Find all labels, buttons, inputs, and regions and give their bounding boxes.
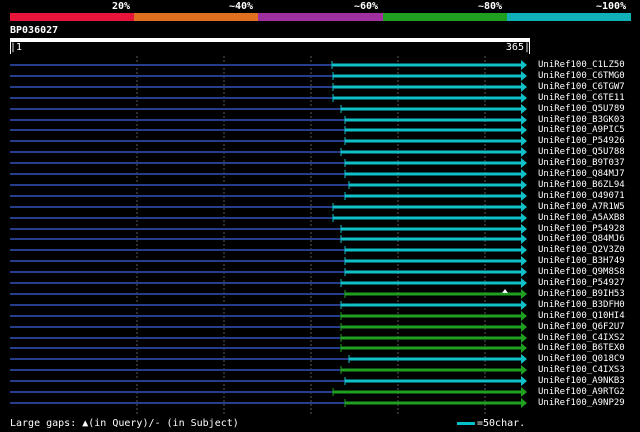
hit-label[interactable]: UniRef100_B6TEX0 [538, 343, 625, 353]
hit-arrow-icon [521, 267, 527, 277]
scale-legend: =50char. [457, 418, 525, 429]
hit-arrow-icon [521, 322, 527, 332]
hit-label[interactable]: UniRef100_A9RTG2 [538, 387, 625, 397]
hit-arrow-icon [521, 333, 527, 343]
hit-label[interactable]: UniRef100_Q018C9 [538, 354, 625, 364]
hit-arrow-icon [521, 82, 527, 92]
hit-arrow-icon [521, 365, 527, 375]
gap-legend: Large gaps: ▲(in Query)/- (in Subject) [10, 418, 239, 429]
hit-label[interactable]: UniRef100_B9IH53 [538, 289, 625, 299]
hit-label[interactable]: UniRef100_P54927 [538, 278, 625, 288]
hit-label[interactable]: UniRef100_B9T037 [538, 158, 625, 168]
hit-label[interactable]: UniRef100_Q9M8S8 [538, 267, 625, 277]
hit-label[interactable]: UniRef100_A7R1W5 [538, 202, 625, 212]
hit-arrow-icon [521, 256, 527, 266]
query-gap-marker-icon [502, 289, 508, 293]
hit-label[interactable]: UniRef100_A5AXB8 [538, 213, 625, 223]
hit-arrow-icon [521, 125, 527, 135]
hit-arrow-icon [521, 343, 527, 353]
hit-label[interactable]: UniRef100_Q2V3Z0 [538, 245, 625, 255]
hit-label[interactable]: UniRef100_Q10HI4 [538, 311, 625, 321]
hit-arrow-icon [521, 202, 527, 212]
scale-text: =50char. [477, 418, 526, 429]
hit-arrow-icon [521, 115, 527, 125]
hit-arrow-icon [521, 191, 527, 201]
hit-arrow-icon [521, 245, 527, 255]
hit-arrow-icon [521, 224, 527, 234]
hit-arrow-icon [521, 387, 527, 397]
hit-arrow-icon [521, 311, 527, 321]
hit-arrow-icon [521, 60, 527, 70]
hit-label[interactable]: UniRef100_C6TE11 [538, 93, 625, 103]
hit-label[interactable]: UniRef100_O49071 [538, 191, 625, 201]
hit-arrow-icon [521, 169, 527, 179]
hit-label[interactable]: UniRef100_C4IXS2 [538, 333, 625, 343]
hit-arrow-icon [521, 71, 527, 81]
hit-label[interactable]: UniRef100_A9NKB3 [538, 376, 625, 386]
hit-arrow-icon [521, 278, 527, 288]
hit-arrow-icon [521, 147, 527, 157]
hit-label[interactable]: UniRef100_A9PIC5 [538, 125, 625, 135]
hit-label[interactable]: UniRef100_Q5U789 [538, 104, 625, 114]
hit-arrow-icon [521, 289, 527, 299]
hit-label[interactable]: UniRef100_Q6F2U7 [538, 322, 625, 332]
hit-label[interactable]: UniRef100_B3GK03 [538, 115, 625, 125]
hit-label[interactable]: UniRef100_P54926 [538, 136, 625, 146]
hit-arrow-icon [521, 354, 527, 364]
hit-arrow-icon [521, 300, 527, 310]
hit-label[interactable]: UniRef100_C6TMG0 [538, 71, 625, 81]
hit-arrow-icon [521, 398, 527, 408]
hit-arrow-icon [521, 93, 527, 103]
hit-label[interactable]: UniRef100_B3DFH0 [538, 300, 625, 310]
hit-label[interactable]: UniRef100_C6TGW7 [538, 82, 625, 92]
hit-label[interactable]: UniRef100_B6ZL94 [538, 180, 625, 190]
hit-label[interactable]: UniRef100_Q84MJ7 [538, 169, 625, 179]
hit-label[interactable]: UniRef100_C1LZ50 [538, 60, 625, 70]
hit-label[interactable]: UniRef100_B3H749 [538, 256, 625, 266]
hit-arrow-icon [521, 213, 527, 223]
hit-arrow-icon [521, 376, 527, 386]
hit-arrow-icon [521, 180, 527, 190]
scale-line [457, 421, 475, 425]
hit-label[interactable]: UniRef100_A9NP29 [538, 398, 625, 408]
hit-label[interactable]: UniRef100_P54928 [538, 224, 625, 234]
hit-arrow-icon [521, 158, 527, 168]
hit-label[interactable]: UniRef100_Q5U788 [538, 147, 625, 157]
hit-label[interactable]: UniRef100_C4IXS3 [538, 365, 625, 375]
hit-arrow-icon [521, 136, 527, 146]
hit-label[interactable]: UniRef100_Q84MJ6 [538, 234, 625, 244]
hit-arrow-icon [521, 234, 527, 244]
hit-arrow-icon [521, 104, 527, 114]
